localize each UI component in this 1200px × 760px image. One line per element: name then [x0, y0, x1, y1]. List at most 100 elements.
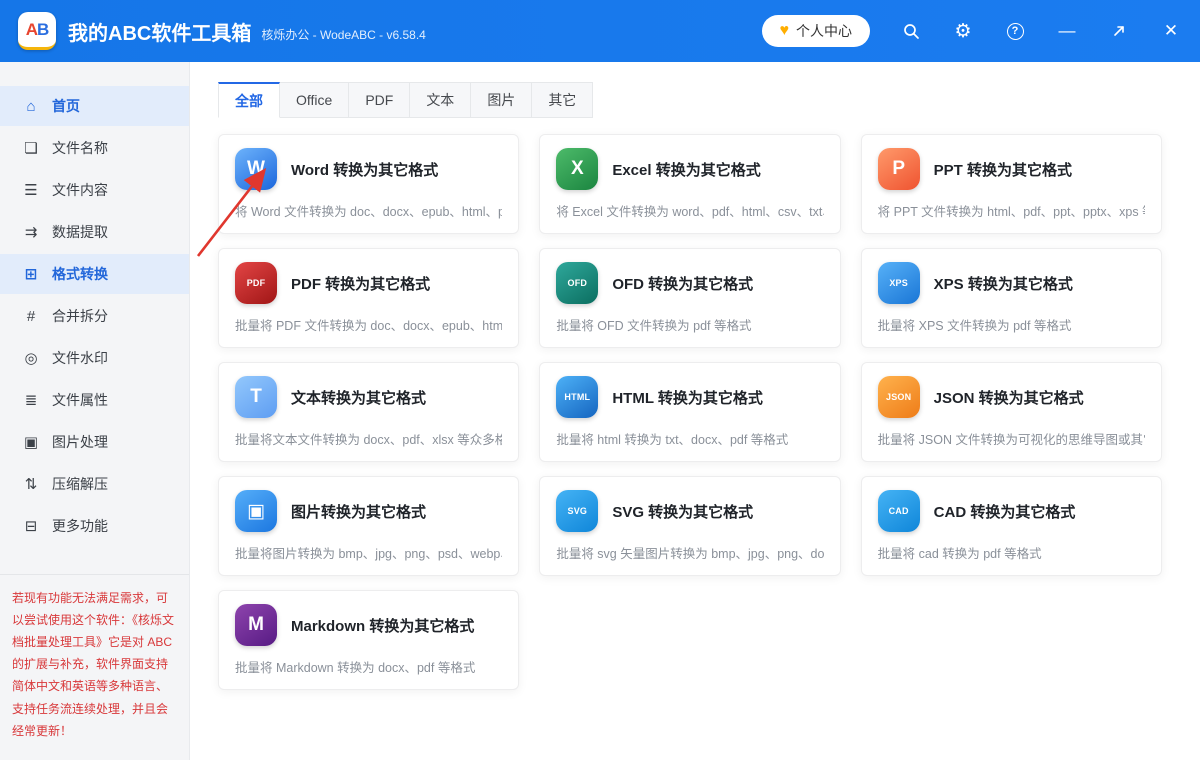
category-tabs: 全部 Office PDF 文本 图片 其它: [218, 82, 1162, 118]
cad-icon: CAD: [877, 490, 920, 532]
sidebar-item-format-convert[interactable]: ⊞ 格式转换: [0, 254, 189, 294]
data-extract-icon: ⇉: [24, 224, 38, 241]
card-description: 将 PPT 文件转换为 html、pdf、ppt、pptx、xps 等格: [877, 205, 1145, 219]
sidebar-item-home[interactable]: ⌂ 首页: [0, 86, 189, 126]
tool-card[interactable]: W Word 转换为其它格式 将 Word 文件转换为 doc、docx、epu…: [218, 134, 520, 234]
main-content: 全部 Office PDF 文本 图片 其它 W Word 转换为其它格式 将 …: [190, 62, 1200, 760]
sidebar-item-merge-split[interactable]: # 合并拆分: [0, 296, 189, 336]
markdown-icon: M: [235, 604, 277, 646]
sidebar-item-file-props[interactable]: ≣ 文件属性: [0, 380, 189, 420]
tab-图片[interactable]: 图片: [471, 82, 533, 118]
card-description: 将 Excel 文件转换为 word、pdf、html、csv、txt、s: [556, 205, 824, 219]
search-button[interactable]: [900, 20, 922, 42]
tab-其它[interactable]: 其它: [532, 82, 594, 118]
card-title: XPS 转换为其它格式: [933, 275, 1073, 293]
card-description: 将 Word 文件转换为 doc、docx、epub、html、pdf: [235, 205, 503, 219]
pdf-icon: PDF: [235, 262, 277, 304]
tool-card[interactable]: X Excel 转换为其它格式 将 Excel 文件转换为 word、pdf、h…: [539, 134, 841, 234]
card-title: Excel 转换为其它格式: [612, 161, 761, 179]
card-description: 批量将图片转换为 bmp、jpg、png、psd、webp、: [235, 547, 503, 561]
resize-button[interactable]: [1108, 20, 1130, 42]
json-icon: JSON: [877, 376, 920, 418]
sidebar-item-data-extract[interactable]: ⇉ 数据提取: [0, 212, 189, 252]
card-title: JSON 转换为其它格式: [933, 389, 1084, 407]
tool-card[interactable]: CAD CAD 转换为其它格式 批量将 cad 转换为 pdf 等格式: [860, 476, 1162, 576]
tool-card[interactable]: PDF PDF 转换为其它格式 批量将 PDF 文件转换为 doc、docx、e…: [218, 248, 520, 348]
app-window: AB 我的ABC软件工具箱 核烁办公 - WodeABC - v6.58.4 ♥…: [0, 0, 1200, 760]
card-description: 批量将文本文件转换为 docx、pdf、xlsx 等众多格式: [235, 433, 503, 447]
tool-card[interactable]: HTML HTML 转换为其它格式 批量将 html 转换为 txt、docx、…: [539, 362, 841, 462]
card-title: 图片转换为其它格式: [291, 503, 427, 521]
card-description: 批量将 OFD 文件转换为 pdf 等格式: [556, 319, 752, 333]
tool-card[interactable]: XPS XPS 转换为其它格式 批量将 XPS 文件转换为 pdf 等格式: [860, 248, 1162, 348]
format-convert-icon: ⊞: [24, 266, 38, 283]
user-center-label: 个人中心: [796, 23, 852, 39]
image-convert-icon: ▣: [235, 490, 277, 532]
card-description: 批量将 JSON 文件转换为可视化的思维导图或其它格式: [877, 433, 1145, 447]
xps-icon: XPS: [877, 262, 920, 304]
tab-文本[interactable]: 文本: [410, 82, 472, 118]
tab-PDF[interactable]: PDF: [349, 82, 411, 118]
watermark-icon: ◎: [24, 350, 38, 367]
sidebar-notice: 若现有功能无法满足需求，可以尝试使用这个软件：《核烁文档批量处理工具》它是对 A…: [0, 573, 189, 760]
help-button[interactable]: ?: [1004, 20, 1026, 42]
help-icon: ?: [1006, 22, 1024, 40]
card-title: Word 转换为其它格式: [291, 161, 439, 179]
file-props-icon: ≣: [24, 392, 38, 409]
card-title: PDF 转换为其它格式: [291, 275, 431, 293]
app-logo: AB: [18, 12, 56, 50]
card-description: 批量将 XPS 文件转换为 pdf 等格式: [877, 319, 1072, 333]
close-button[interactable]: ✕: [1160, 20, 1182, 42]
sidebar-item-image-process[interactable]: ▣ 图片处理: [0, 422, 189, 462]
card-title: 文本转换为其它格式: [291, 389, 427, 407]
svg-icon: SVG: [556, 490, 599, 532]
tool-card[interactable]: M Markdown 转换为其它格式 批量将 Markdown 转换为 docx…: [218, 590, 520, 690]
tool-card[interactable]: SVG SVG 转换为其它格式 批量将 svg 矢量图片转换为 bmp、jpg、…: [539, 476, 841, 576]
text-icon: T: [235, 376, 277, 418]
card-description: 批量将 cad 转换为 pdf 等格式: [877, 547, 1042, 561]
tool-card[interactable]: ▣ 图片转换为其它格式 批量将图片转换为 bmp、jpg、png、psd、web…: [218, 476, 520, 576]
app-title: 我的ABC软件工具箱: [68, 22, 252, 45]
card-title: HTML 转换为其它格式: [612, 389, 763, 407]
sidebar-item-more-functions[interactable]: ⊟ 更多功能: [0, 506, 189, 546]
sidebar-item-file-name[interactable]: ❏ 文件名称: [0, 128, 189, 168]
card-title: Markdown 转换为其它格式: [291, 617, 475, 635]
card-title: PPT 转换为其它格式: [933, 161, 1072, 179]
sidebar-item-watermark[interactable]: ◎ 文件水印: [0, 338, 189, 378]
card-description: 批量将 svg 矢量图片转换为 bmp、jpg、png、docx: [556, 547, 824, 561]
resize-icon: [1114, 26, 1124, 36]
titlebar: AB 我的ABC软件工具箱 核烁办公 - WodeABC - v6.58.4 ♥…: [0, 0, 1200, 62]
tool-card[interactable]: T 文本转换为其它格式 批量将文本文件转换为 docx、pdf、xlsx 等众多…: [218, 362, 520, 462]
file-name-icon: ❏: [24, 140, 38, 157]
user-center-button[interactable]: ♥ 个人中心: [761, 15, 870, 47]
merge-split-icon: #: [26, 307, 36, 325]
image-process-icon: ▣: [23, 434, 39, 451]
tab-Office[interactable]: Office: [280, 82, 350, 118]
minimize-button[interactable]: —: [1056, 20, 1078, 42]
notice-text-2: 它是对 ABC 的扩展与补充，软件界面支持简体中文和英语等多种语言、支持任务流连…: [12, 635, 173, 738]
tool-card[interactable]: JSON JSON 转换为其它格式 批量将 JSON 文件转换为可视化的思维导图…: [860, 362, 1162, 462]
sidebar-item-compress[interactable]: ⇅ 压缩解压: [0, 464, 189, 504]
close-icon: ✕: [1163, 21, 1179, 40]
gear-icon: ⚙: [954, 20, 972, 42]
app-subtitle: 核烁办公 - WodeABC - v6.58.4: [261, 27, 426, 42]
tool-card[interactable]: OFD OFD 转换为其它格式 批量将 OFD 文件转换为 pdf 等格式: [539, 248, 841, 348]
file-content-icon: ☰: [24, 182, 38, 199]
sidebar-item-file-content[interactable]: ☰ 文件内容: [0, 170, 189, 210]
more-functions-icon: ⊟: [24, 518, 38, 535]
ofd-icon: OFD: [556, 262, 599, 304]
tool-card-grid: W Word 转换为其它格式 将 Word 文件转换为 doc、docx、epu…: [218, 134, 1162, 690]
card-description: 批量将 PDF 文件转换为 doc、docx、epub、html、: [235, 319, 503, 333]
html-icon: HTML: [556, 376, 599, 418]
sidebar: ⌂ 首页 ❏ 文件名称 ☰ 文件内容 ⇉ 数据提取 ⊞ 格式转换 # 合并拆分 …: [0, 62, 190, 760]
settings-button[interactable]: ⚙: [952, 20, 974, 42]
tool-card[interactable]: P PPT 转换为其它格式 将 PPT 文件转换为 html、pdf、ppt、p…: [860, 134, 1162, 234]
home-icon: ⌂: [26, 97, 36, 115]
sidebar-nav: ⌂ 首页 ❏ 文件名称 ☰ 文件内容 ⇉ 数据提取 ⊞ 格式转换 # 合并拆分 …: [0, 84, 189, 548]
card-description: 批量将 Markdown 转换为 docx、pdf 等格式: [235, 661, 476, 675]
heart-icon: ♥: [779, 22, 790, 39]
tab-全部[interactable]: 全部: [218, 82, 280, 118]
card-title: CAD 转换为其它格式: [933, 503, 1076, 521]
card-title: SVG 转换为其它格式: [612, 503, 754, 521]
excel-icon: X: [556, 148, 599, 190]
